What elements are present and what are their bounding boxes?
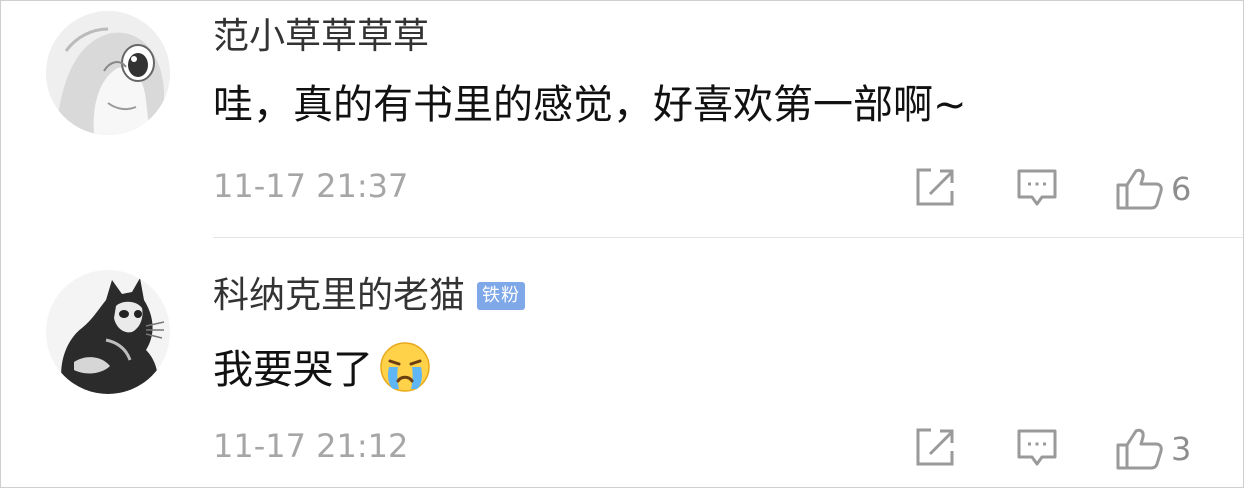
- comment-item: 科纳克里的老猫 铁粉 我要哭了 11-17 21:12 3: [1, 239, 1243, 487]
- timestamp: 11-17 21:12: [213, 427, 409, 465]
- comment-list: 范小草草草草 哇，真的有书里的感觉，好喜欢第一部啊~ 11-17 21:37 6…: [0, 0, 1244, 488]
- share-icon: [914, 167, 956, 207]
- share-button[interactable]: [914, 167, 956, 207]
- username-text: 科纳克里的老猫: [213, 275, 466, 316]
- username[interactable]: 科纳克里的老猫 铁粉: [213, 274, 526, 318]
- like-icon: [1115, 427, 1163, 471]
- share-button[interactable]: [914, 427, 956, 467]
- username[interactable]: 范小草草草草: [213, 15, 429, 59]
- reply-button[interactable]: [1016, 427, 1058, 469]
- fan-badge: 铁粉: [477, 282, 526, 310]
- comment-text: 哇，真的有书里的感觉，好喜欢第一部啊~: [213, 82, 967, 128]
- reply-icon: [1016, 167, 1058, 209]
- share-icon: [914, 427, 956, 467]
- comment-text-content: 我要哭了: [213, 347, 373, 393]
- reply-button[interactable]: [1016, 167, 1058, 209]
- like-count: 6: [1171, 170, 1192, 208]
- comment-item: 范小草草草草 哇，真的有书里的感觉，好喜欢第一部啊~ 11-17 21:37 6: [1, 1, 1243, 237]
- like-count: 3: [1171, 430, 1192, 468]
- comment-text: 我要哭了: [213, 341, 431, 396]
- avatar[interactable]: [46, 270, 170, 394]
- avatar[interactable]: [46, 11, 170, 135]
- divider: [213, 237, 1243, 238]
- like-icon: [1115, 167, 1163, 211]
- like-button[interactable]: 6: [1115, 167, 1191, 211]
- like-button[interactable]: 3: [1115, 427, 1191, 471]
- reply-icon: [1016, 427, 1058, 469]
- crying-face-emoji: [379, 341, 431, 393]
- timestamp: 11-17 21:37: [213, 167, 409, 205]
